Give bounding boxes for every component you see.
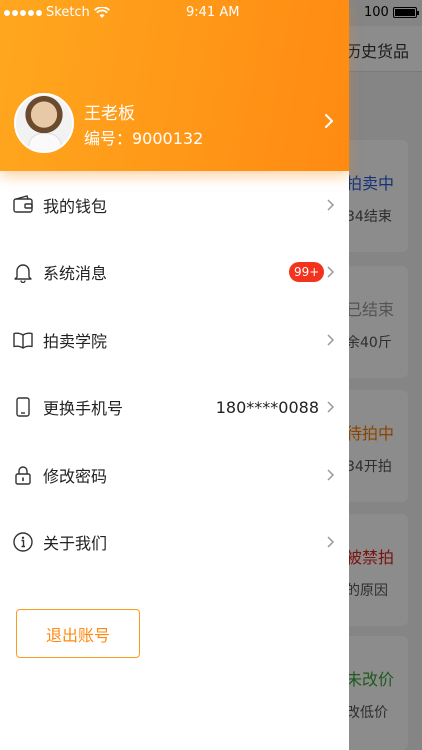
menu-item-academy[interactable]: 拍卖学院	[0, 306, 349, 374]
chevron-right-icon	[327, 199, 335, 211]
book-icon	[13, 332, 33, 349]
status-time: 9:41 AM	[186, 5, 240, 20]
menu-item-label: 我的钱包	[43, 196, 108, 216]
carrier: Sketch	[4, 5, 110, 20]
menu-item-label: 更换手机号	[43, 399, 124, 419]
wifi-icon	[93, 6, 110, 18]
menu-item-label: 系统消息	[43, 264, 108, 284]
avatar[interactable]	[14, 93, 74, 153]
user-id: 编号：9000132	[84, 129, 204, 148]
battery-icon	[392, 7, 419, 18]
phone-number: 180****0088	[215, 397, 319, 417]
chevron-right-icon	[327, 401, 335, 413]
status-bar: Sketch 9:41 AM 100	[0, 0, 422, 26]
chevron-right-icon	[327, 334, 335, 346]
lock-icon	[15, 466, 31, 485]
user-name: 王老板	[84, 104, 135, 124]
menu-item-label: 拍卖学院	[43, 331, 108, 351]
chevron-right-icon	[327, 266, 335, 278]
menu-item-label: 修改密码	[43, 466, 108, 486]
menu-item-about[interactable]: 关于我们	[0, 509, 349, 577]
menu-item-wallet[interactable]: 我的钱包	[0, 171, 349, 239]
menu-item-change-phone[interactable]: 更换手机号 180****0088	[0, 374, 349, 442]
menu-item-change-password[interactable]: 修改密码	[0, 441, 349, 509]
bell-icon	[14, 264, 32, 284]
unread-badge: 99+	[289, 262, 325, 283]
chevron-right-icon	[327, 536, 335, 548]
battery: 100	[364, 5, 419, 20]
logout-button[interactable]: 退出账号	[16, 609, 140, 658]
menu-item-label: 关于我们	[43, 534, 108, 554]
menu-item-messages[interactable]: 系统消息 99+	[0, 239, 349, 307]
phone-icon	[16, 397, 30, 417]
signal-icon	[4, 9, 42, 16]
wallet-icon	[13, 194, 33, 213]
drawer-menu: 我的钱包 系统消息 99+ 拍卖学院 更换手机号 180****0088 修改密…	[0, 171, 349, 576]
info-icon	[13, 532, 33, 552]
side-drawer: 王老板 编号：9000132 我的钱包 系统消息 99+ 拍卖学院 更换手机号 …	[0, 0, 349, 750]
chevron-right-icon[interactable]	[320, 112, 338, 130]
chevron-right-icon	[327, 469, 335, 481]
battery-percent: 100	[364, 5, 389, 20]
carrier-name: Sketch	[46, 5, 90, 20]
